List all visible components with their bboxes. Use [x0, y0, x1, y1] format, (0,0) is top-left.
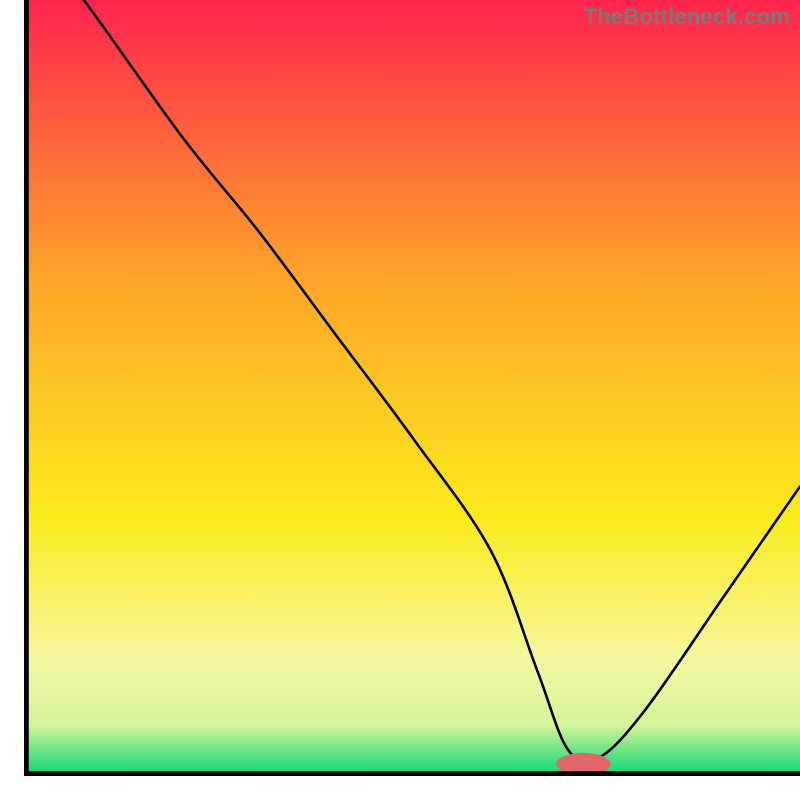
chart-container: TheBottleneck.com: [0, 0, 800, 800]
bottleneck-chart: [0, 0, 800, 800]
watermark-label: TheBottleneck.com: [584, 4, 790, 30]
plot-gradient-background: [26, 0, 800, 774]
